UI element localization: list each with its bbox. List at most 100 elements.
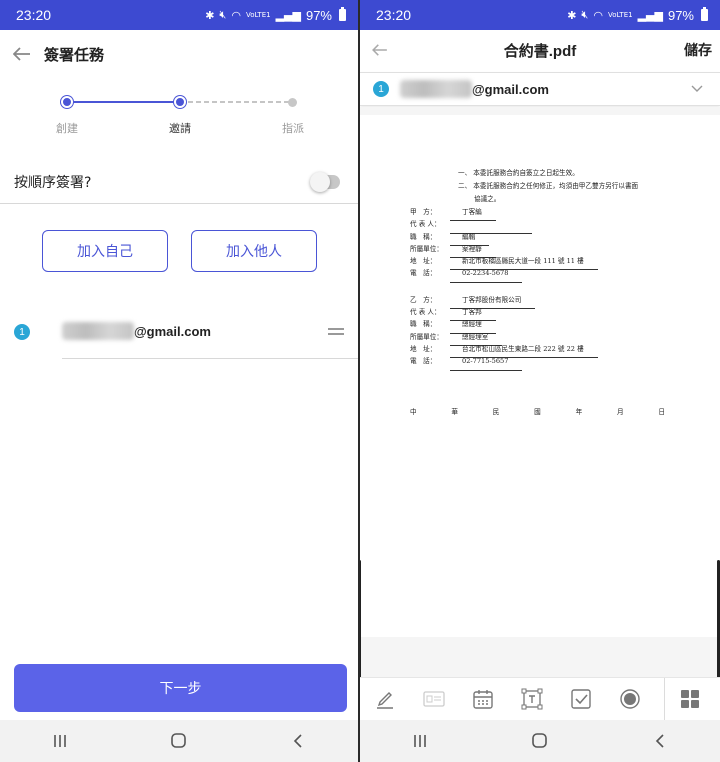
- field-value: 02-2234-5678: [450, 270, 523, 283]
- contract-field-row: 電 話： 02-7715-5657: [410, 357, 710, 371]
- email-domain: @gmail.com: [472, 81, 549, 97]
- step-label-assign: 指派: [282, 122, 304, 135]
- clause-2: 二、 本委託服務合約之任何修正，均須由甲乙雙方另行以書面: [458, 182, 639, 190]
- save-button[interactable]: 儲存: [684, 40, 712, 60]
- recent-apps-button[interactable]: [30, 720, 90, 762]
- text-box-icon: [521, 688, 542, 710]
- back-arrow-icon: [13, 47, 30, 61]
- signal-icon: ▂▄▆: [275, 8, 301, 22]
- signature-pen-icon: [376, 692, 393, 709]
- battery-percent: 97%: [667, 7, 694, 23]
- contract-field-row: 甲 方： 丁客編: [410, 209, 710, 222]
- toggle-knob: [310, 171, 330, 192]
- contract-field-row: 電 話： 02-2234-5678: [410, 270, 710, 283]
- system-back-button[interactable]: [630, 720, 690, 762]
- field-value: [450, 221, 532, 234]
- contract-field-row: 代 表 人： 丁客邦: [410, 309, 710, 322]
- date-char: 月: [616, 407, 624, 416]
- recent-apps-button[interactable]: [390, 720, 450, 762]
- right-screen: 23:20 ✱ 🔇︎ ◠ VoLTE1 ▂▄▆ 97% 合約書.pdf 儲存 1…: [360, 0, 720, 762]
- app-bar: 簽署任務: [0, 30, 358, 78]
- sequential-signing-row: 按順序簽署?: [0, 160, 358, 204]
- contract-field-row: 地 址： 台北市松山區民生東路二段 222 號 22 樓: [410, 346, 710, 359]
- date-char: 國: [534, 407, 541, 416]
- bluetooth-icon: ✱: [205, 8, 215, 22]
- battery-percent: 97%: [305, 7, 332, 23]
- calendar-icon: [472, 690, 493, 709]
- step-dot-create: [61, 96, 73, 108]
- date-tool[interactable]: [458, 678, 507, 721]
- field-value: 總經理: [450, 321, 496, 334]
- more-tools[interactable]: [665, 678, 714, 721]
- recent-apps-icon: [414, 735, 426, 747]
- contract-field-row: 代 表 人：: [410, 221, 710, 234]
- signal-icon: ▂▄▆: [637, 8, 663, 22]
- system-back-icon: [294, 734, 302, 748]
- add-self-button[interactable]: 加入自己: [42, 230, 168, 272]
- page-title: 簽署任務: [44, 46, 105, 64]
- party-a-block: 甲 方： 丁客編代 表 人：職 稱： 編輯 所屬單位： 案裡靜地 址： 新北市板橋區縣民大…: [410, 209, 710, 283]
- redacted-email-name: [400, 80, 472, 98]
- battery-icon: [701, 7, 708, 21]
- id-card-icon: [422, 691, 445, 707]
- contract-text: 一、 本委託服務合約自簽立之日起生效。 二、 本委託服務合約之任何修正，均須由甲…: [410, 170, 710, 415]
- step-dot-invite: [174, 96, 186, 108]
- battery-icon: [339, 7, 346, 21]
- sequential-signing-toggle[interactable]: [310, 171, 340, 192]
- contract-field-row: 乙 方： 丁客邦股份有限公司: [410, 296, 710, 310]
- add-others-button[interactable]: 加入他人: [191, 230, 317, 272]
- document-viewer[interactable]: 一、 本委託服務合約自簽立之日起生效。 二、 本委託服務合約之任何修正，均須由甲…: [360, 107, 720, 710]
- stepper-line-pending: [180, 101, 293, 103]
- recent-apps-icon: [53, 735, 66, 747]
- system-nav-bar: [0, 720, 358, 762]
- next-step-button[interactable]: 下一步: [14, 664, 347, 712]
- wifi-icon: ◠: [231, 8, 241, 22]
- date-char: 日: [658, 407, 665, 416]
- sequential-signing-label: 按順序簽署?: [14, 174, 92, 191]
- step-label-invite: 邀請: [169, 122, 191, 135]
- radio-button-icon: [619, 689, 640, 709]
- signer-list-item[interactable]: 1 @gmail.com: [0, 310, 358, 360]
- status-time: 23:20: [16, 7, 52, 23]
- document-page[interactable]: 一、 本委託服務合約自簽立之日起生效。 二、 本委託服務合約之任何修正，均須由甲…: [360, 115, 720, 637]
- signer-dropdown[interactable]: 1 @gmail.com: [360, 72, 720, 106]
- status-icons: ✱ 🔇︎ ◠ VoLTE1 ▂▄▆ 97%: [205, 7, 346, 23]
- party-b-block: 乙 方： 丁客邦股份有限公司代 表 人： 丁客邦職 稱： 總經理 所屬單位： 總經理室地 …: [410, 296, 710, 371]
- checkbox-icon: [570, 689, 591, 709]
- stamp-tool[interactable]: [409, 678, 458, 721]
- home-icon: [532, 733, 547, 748]
- text-tool[interactable]: [507, 678, 556, 721]
- status-time: 23:20: [376, 7, 412, 23]
- field-toolbar: [360, 677, 720, 721]
- back-button[interactable]: [2, 30, 42, 78]
- email-domain: @gmail.com: [134, 323, 211, 339]
- status-bar: 23:20 ✱ 🔇︎ ◠ VoLTE1 ▂▄▆ 97%: [0, 0, 358, 30]
- checkbox-tool[interactable]: [556, 678, 605, 721]
- signer-email: @gmail.com: [62, 322, 211, 340]
- home-button[interactable]: [149, 720, 209, 762]
- contract-field-row: 職 稱： 編輯: [410, 233, 710, 246]
- drag-handle-icon[interactable]: [328, 328, 344, 335]
- system-back-button[interactable]: [268, 720, 328, 762]
- system-back-icon: [655, 734, 664, 748]
- date-char: 華: [451, 407, 458, 416]
- field-value: 丁客編: [450, 209, 496, 222]
- signer-order-badge: 1: [373, 81, 389, 97]
- progress-stepper: 創建 邀請 指派: [0, 92, 358, 142]
- signer-order-badge: 1: [14, 324, 30, 340]
- volte-label: VoLTE1: [607, 11, 633, 19]
- mute-icon: 🔇︎: [219, 8, 227, 21]
- field-value: 02-7715-5657: [450, 358, 523, 371]
- system-nav-bar: [360, 720, 720, 762]
- app-bar: 合約書.pdf 儲存: [360, 30, 720, 70]
- signature-tool[interactable]: [360, 678, 409, 721]
- home-button[interactable]: [510, 720, 570, 762]
- step-dot-assign: [288, 98, 297, 107]
- date-row: 中華民國年月日: [410, 407, 665, 416]
- redacted-email-name: [62, 322, 134, 340]
- document-title: 合約書.pdf: [503, 42, 577, 60]
- signer-email: @gmail.com: [400, 80, 549, 98]
- radio-tool[interactable]: [605, 678, 654, 721]
- field-key: 電 話：: [410, 357, 437, 366]
